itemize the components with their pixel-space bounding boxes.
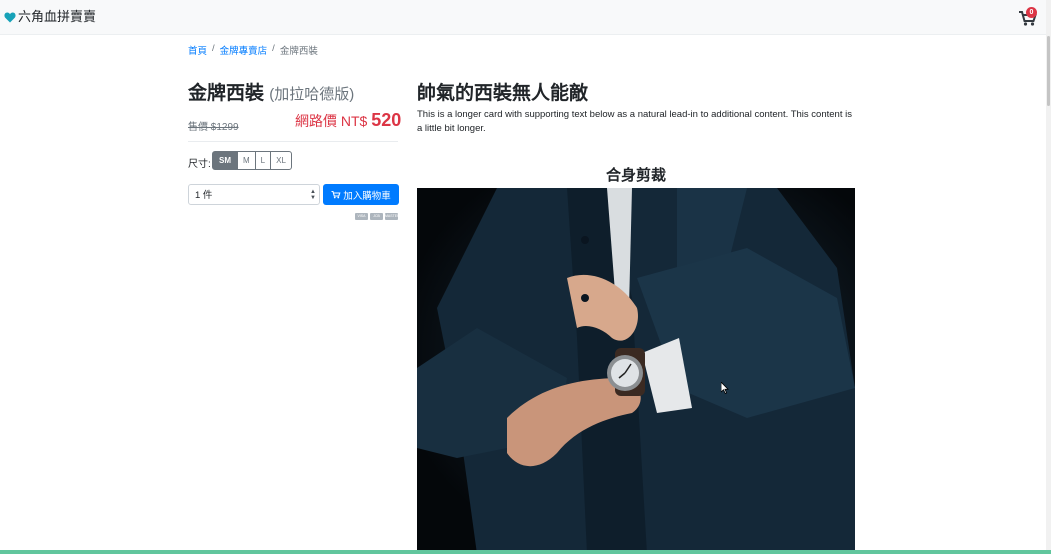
section-title: 合身剪裁 [605,167,666,184]
cart-icon [331,190,341,199]
product-photo [417,188,855,554]
jcb-icon: JCB [370,213,383,220]
suit-watch-illustration [417,188,855,554]
product-title: 金牌西裝 (加拉哈德版) [188,78,354,105]
original-price: 售價 $1299 [188,122,239,133]
add-to-cart-button[interactable]: 加入購物車 [323,184,399,205]
payment-icons: VISA JCB MASTER [355,213,398,220]
breadcrumb-store-link[interactable]: 金牌專賣店 [220,43,268,57]
product-name: 金牌西裝 [188,83,265,104]
mouse-cursor-icon [721,382,729,394]
breadcrumb-separator: / [212,43,215,54]
divider [188,141,398,142]
brand-name: 六角血拼賣賣 [18,9,97,24]
bottom-accent-bar [0,550,1051,554]
navbar: 六角血拼賣賣 0 [0,0,1046,35]
heart-icon [4,12,16,22]
quantity-select[interactable]: 1 件 ▲ ▼ [188,184,320,205]
card-title: 帥氣的西裝無人能敵 [417,83,589,104]
size-option-l[interactable]: L [254,151,272,170]
size-option-m[interactable]: M [237,151,256,170]
cart-count-badge: 0 [1026,7,1037,18]
size-option-sm[interactable]: SM [212,151,238,170]
quantity-value: 1 件 [195,190,213,201]
size-selector: SM M L XL [212,151,292,170]
mastercard-icon: MASTER [385,213,398,220]
size-label: 尺寸: [188,159,211,170]
breadcrumb-separator: / [272,43,275,54]
size-option-xl[interactable]: XL [270,151,292,170]
add-to-cart-label: 加入購物車 [343,190,391,202]
card-text: This is a longer card with supporting te… [417,109,852,134]
breadcrumb: 首頁 / 金牌專賣店 / 金牌西裝 [188,43,318,57]
web-price-label: 網路價 NT$ [295,113,368,129]
visa-icon: VISA [355,213,368,220]
breadcrumb-current: 金牌西裝 [279,46,318,57]
scrollbar-thumb[interactable] [1047,36,1050,106]
web-price: 網路價 NT$ 520 [295,110,401,131]
product-subtitle: (加拉哈德版) [269,86,355,103]
web-price-amount: 520 [371,110,402,130]
brand-link[interactable]: 六角血拼賣賣 [4,10,96,24]
select-arrows-icon: ▲ ▼ [310,189,316,201]
breadcrumb-home-link[interactable]: 首頁 [188,43,207,57]
